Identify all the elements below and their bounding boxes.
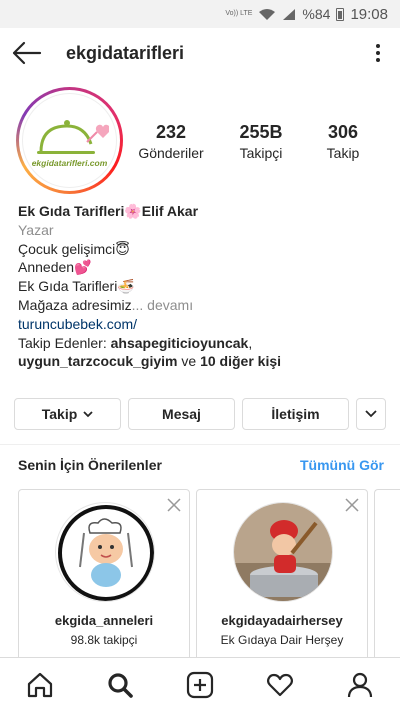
bio-truncated-text: Mağaza adresimiz [18,296,132,313]
home-icon[interactable] [25,670,55,700]
chevron-down-icon [83,410,93,417]
suggestion-avatar[interactable] [55,502,155,602]
header-username: ekgidatarifleri [66,43,185,63]
profile-bio: Ek Gıda Tarifleri🌸Elif Akar Yazar Çocuk … [18,202,388,371]
posts-label: Gönderiler [138,145,204,161]
new-post-icon[interactable] [185,670,215,700]
profile-category: Yazar [18,221,54,238]
signal-icon [283,8,296,20]
suggestions-toggle-button[interactable] [356,398,386,430]
baby-chef-logo-icon [57,504,154,601]
suggestion-subtitle: Ek Gıdaya Dair Herşey [220,633,344,647]
followed-by-user: uygun_tarzcocuk_giyim [18,353,178,370]
more-vertical-icon[interactable] [370,42,386,64]
close-icon[interactable] [345,498,359,512]
follow-button-label: Takip [41,406,78,422]
suggestion-card-partial[interactable] [374,489,400,661]
message-button-label: Mesaj [162,406,201,422]
profile-avatar[interactable]: ekgidatarifleri.com [16,87,123,194]
suggestion-card[interactable]: ekgidayadairhersey Ek Gıdaya Dair Herşey [196,489,368,661]
bio-truncated-line: Mağaza adresimiz... devamı [18,296,388,315]
following-label: Takip [326,145,360,161]
cloche-heart-logo-icon [36,119,109,154]
followed-by[interactable]: Takip Edenler: ahsapegiticioyuncak, [18,334,388,353]
avatar-logo-text: ekgidatarifleri.com [31,157,108,168]
follow-button[interactable]: Takip [14,398,121,430]
profile-name: Ek Gıda Tarifleri🌸Elif Akar [18,203,199,219]
see-all-link[interactable]: Tümünü Gör [300,457,384,473]
chevron-down-icon [365,410,377,418]
following-value: 306 [327,122,359,142]
wifi-icon [259,8,276,20]
baby-in-pot-photo-icon [234,503,332,601]
bio-more-link[interactable]: ... devamı [132,297,193,313]
profile-icon[interactable] [345,670,375,700]
divider [0,444,400,445]
contact-button[interactable]: İletişim [242,398,349,430]
volte-indicator: Vo)) LTE [225,10,253,17]
bio-line: Ek Gıda Tarifleri🍜 [18,278,135,295]
following-count[interactable]: 306 Takip [303,121,383,161]
website-link[interactable]: turuncubebek.com/ [18,315,388,334]
posts-value: 232 [155,122,187,142]
suggestion-username[interactable]: ekgidayadairhersey [197,613,367,628]
followed-by-separator: , [248,334,253,351]
followers-count[interactable]: 255B Takipçi [221,121,301,161]
bio-line: Anneden💕 [18,259,92,276]
suggestion-card[interactable]: ekgida_anneleri 98.8k takipçi [18,489,190,661]
posts-count[interactable]: 232 Gönderiler [131,121,211,161]
followed-by-user: ahsapegiticioyuncak [110,334,249,351]
avatar-logo: ekgidatarifleri.com [22,93,117,188]
message-button[interactable]: Mesaj [128,398,235,430]
suggestions-title: Senin İçin Önerilenler [18,457,162,473]
followed-by-and: ve [177,353,201,370]
followers-label: Takipçi [239,145,283,161]
followed-by-continued[interactable]: uygun_tarzcocuk_giyim ve 10 diğer kişi [18,352,388,371]
bottom-nav [0,657,400,711]
activity-heart-icon[interactable] [265,670,295,700]
battery-percent: %84 [302,6,331,22]
followed-by-prefix: Takip Edenler: [18,334,111,351]
arrow-left-icon[interactable] [12,40,42,66]
bio-line: Çocuk gelişimci😇 [18,240,130,257]
followers-value: 255B [239,122,283,142]
status-bar: Vo)) LTE %84 19:08 [0,0,400,28]
battery-icon [336,7,345,21]
suggestion-avatar[interactable] [233,502,333,602]
suggestion-username[interactable]: ekgida_anneleri [19,613,189,628]
search-icon[interactable] [105,670,135,700]
contact-button-label: İletişim [271,406,320,422]
close-icon[interactable] [167,498,181,512]
suggestion-subtitle: 98.8k takipçi [70,633,138,647]
clock: 19:08 [350,5,388,23]
profile-header: ekgidatarifleri [0,28,400,78]
followed-by-others: 10 diğer kişi [200,353,282,370]
